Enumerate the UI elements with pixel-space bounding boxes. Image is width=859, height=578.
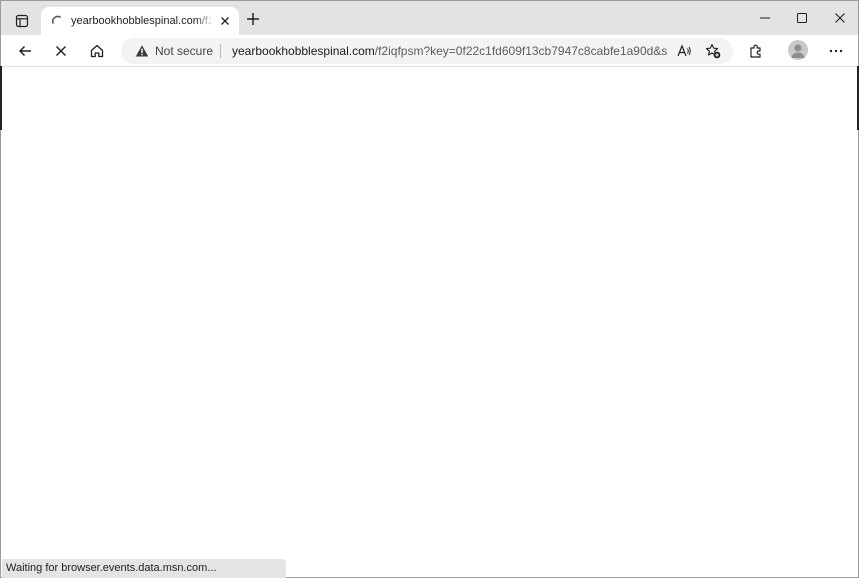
home-icon[interactable]	[87, 41, 107, 61]
back-arrow-icon[interactable]	[15, 41, 35, 61]
url-text[interactable]: yearbookhobblespinal.com/f2iqfpsm?key=0f…	[232, 44, 668, 58]
add-favorite-icon[interactable]	[705, 43, 721, 59]
maximize-button[interactable]	[793, 9, 811, 27]
not-secure-label[interactable]: Not secure	[155, 44, 213, 58]
url-host: yearbookhobblespinal.com	[232, 44, 375, 58]
tab-title: yearbookhobblespinal.com/f2iqfpsm?key=0f…	[71, 15, 213, 27]
window-edge-left	[0, 66, 2, 130]
close-window-button[interactable]	[831, 9, 849, 27]
minimize-button[interactable]	[756, 9, 774, 27]
warning-triangle-icon[interactable]	[135, 44, 149, 58]
navigation-toolbar: Not secure yearbookhobblespinal.com/f2iq…	[1, 35, 858, 67]
close-tab-icon[interactable]	[219, 15, 231, 27]
status-bar: Waiting for browser.events.data.msn.com.…	[2, 559, 286, 578]
tab-strip: yearbookhobblespinal.com/f2iqfpsm?key=0f…	[1, 1, 858, 35]
loading-spinner-icon	[50, 14, 64, 28]
profile-avatar-icon[interactable]	[788, 40, 808, 60]
stop-icon[interactable]	[51, 41, 71, 61]
address-bar[interactable]: Not secure yearbookhobblespinal.com/f2iq…	[121, 38, 733, 64]
extensions-puzzle-icon[interactable]	[746, 41, 766, 61]
more-options-icon[interactable]	[826, 41, 846, 61]
url-path: /f2iqfpsm?key=0f22c1fd609f13cb7947c8cabf…	[374, 44, 668, 58]
new-tab-button[interactable]	[245, 11, 261, 27]
address-divider	[220, 44, 221, 58]
browser-window: yearbookhobblespinal.com/f2iqfpsm?key=0f…	[0, 0, 859, 578]
read-aloud-icon[interactable]	[676, 43, 692, 59]
tab-actions-icon[interactable]	[9, 9, 35, 33]
active-tab[interactable]: yearbookhobblespinal.com/f2iqfpsm?key=0f…	[41, 7, 239, 35]
page-content[interactable]	[1, 67, 858, 577]
